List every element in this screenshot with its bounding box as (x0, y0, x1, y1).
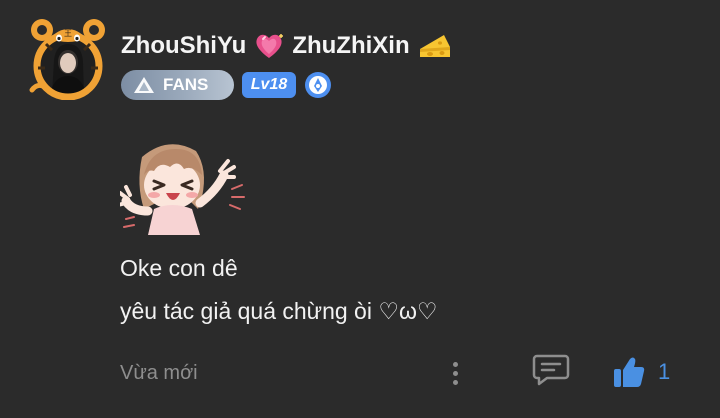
more-options-icon[interactable] (442, 354, 468, 392)
more-dot (452, 361, 458, 367)
timestamp: Vừa mới (120, 362, 198, 384)
triangle-icon (134, 77, 154, 93)
fans-badge-label: FANS (163, 75, 209, 94)
reply-button[interactable] (532, 353, 570, 387)
more-dot (452, 370, 458, 376)
medal-icon[interactable] (304, 71, 332, 99)
more-dot (452, 379, 458, 385)
anime-girl-sticker (120, 144, 245, 235)
author-name-part2: ZhuZhiXin (292, 32, 410, 59)
level-badge[interactable]: Lv18 (242, 72, 296, 98)
like-button[interactable]: 1 (612, 352, 670, 392)
comment-item: 王 ZhouShiYu ZhuZhiXin FANS Lv18 Oke con … (0, 0, 720, 418)
fans-badge[interactable]: FANS (121, 70, 234, 100)
author-name-part1: ZhouShiYu (121, 32, 247, 59)
comment-text-line-1: Oke con dê (120, 255, 238, 281)
cheese-icon (418, 33, 452, 59)
author-name[interactable]: ZhouShiYu ZhuZhiXin (121, 30, 452, 62)
like-count: 1 (658, 359, 671, 384)
svg-text:王: 王 (64, 29, 72, 38)
comment-text-line-2: yêu tác giả quá chừng òi ♡ω♡ (120, 298, 438, 324)
avatar[interactable]: 王 (28, 16, 108, 100)
thumbs-up-icon (614, 357, 645, 387)
sparkling-heart-icon (254, 32, 284, 60)
tiger-frame-icon: 王 (29, 19, 105, 100)
comment-icon (532, 354, 570, 386)
author-badges: FANS Lv18 (121, 70, 332, 100)
